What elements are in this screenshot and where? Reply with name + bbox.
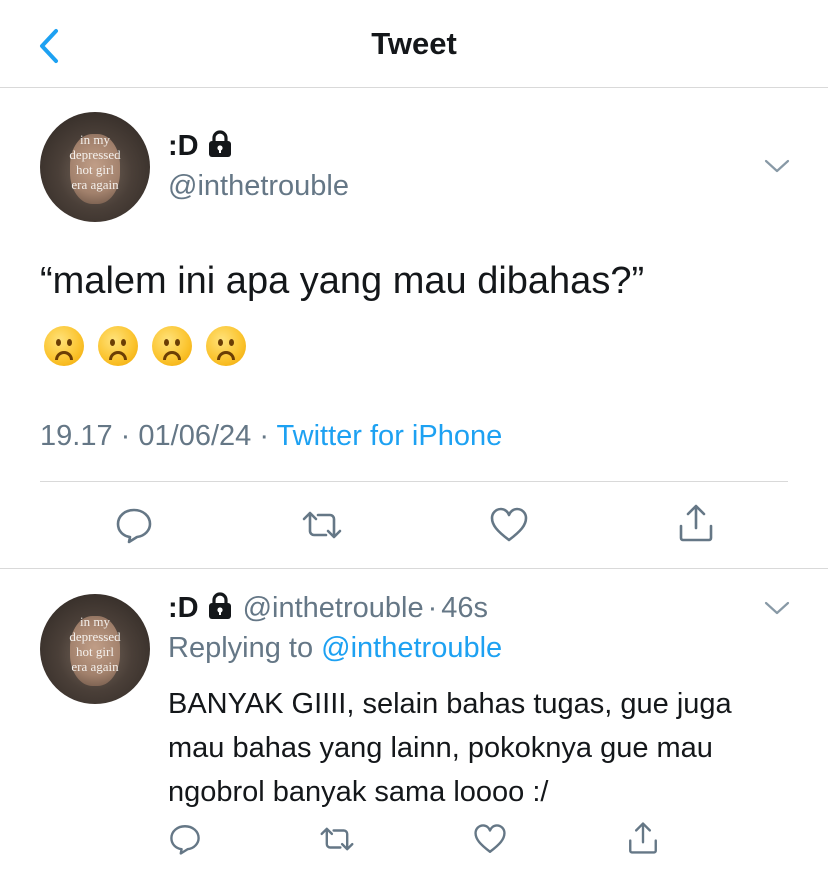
tweet-text: “malem ini apa yang mau dibahas?” [40,260,645,302]
lock-icon [207,592,233,625]
comment-icon [170,825,200,855]
emoji-row [44,326,246,366]
reply-retweet-button[interactable] [318,822,356,861]
avatar[interactable]: in my depressed hot girl era again [40,112,150,222]
reply-text: BANYAK GIIII, selain bahas tugas, gue ju… [168,688,732,808]
author-handle[interactable]: @inthetrouble [168,170,349,203]
frowning-face-icon [152,326,192,366]
replying-to-mention[interactable]: @inthetrouble [321,632,502,664]
reply-reply-button[interactable] [168,822,202,861]
avatar-caption: in my depressed hot girl era again [69,614,121,674]
avatar-caption: in my depressed hot girl era again [69,132,121,192]
tweet-date: 01/06/24 [138,420,252,452]
share-icon [679,504,713,542]
tweet-source-link[interactable]: Twitter for iPhone [277,420,503,452]
reply-avatar[interactable]: in my depressed hot girl era again [40,594,150,704]
reply-handle: @inthetrouble [242,592,424,624]
reply-author-row[interactable]: :D @inthetrouble · 46s [168,592,488,625]
tweet-menu-button[interactable] [762,156,792,176]
chevron-down-icon [764,601,790,615]
heart-icon [474,824,506,853]
nav-header: Tweet [0,0,828,88]
reply-like-button[interactable] [472,822,508,861]
divider [40,481,788,482]
tweet-time: 19.17 [40,420,113,452]
like-button[interactable] [488,505,530,550]
frowning-face-icon [44,326,84,366]
retweet-icon [320,827,354,851]
meta-separator: · [259,420,269,452]
replying-to-label: Replying to [168,632,314,664]
meta-separator: · [427,592,438,624]
heart-icon [490,507,528,542]
page-title: Tweet [371,26,457,61]
share-icon [629,822,657,854]
comment-icon [116,508,152,544]
reply-display-name: :D [168,592,199,624]
tweet-meta: 19.17 · 01/06/24 · Twitter for iPhone [40,420,502,453]
frowning-face-icon [98,326,138,366]
reply-age: 46s [441,592,489,624]
reply-menu-button[interactable] [762,598,792,618]
chevron-down-icon [764,159,790,173]
author-name-row[interactable]: :D [168,130,233,163]
frowning-face-icon [206,326,246,366]
share-button[interactable] [676,502,716,549]
reply-button[interactable] [114,505,154,550]
replying-to: Replying to @inthetrouble [168,632,502,665]
reply-share-button[interactable] [626,820,660,861]
display-name: :D [168,130,199,162]
lock-icon [207,130,233,163]
retweet-icon [302,511,342,539]
divider [0,568,828,569]
meta-separator: · [120,420,131,452]
retweet-button[interactable] [300,505,344,550]
